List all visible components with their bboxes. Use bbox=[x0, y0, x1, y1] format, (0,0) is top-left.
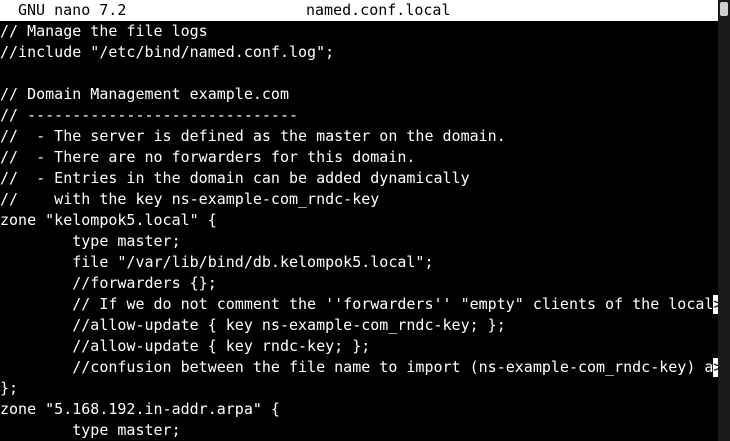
editor-line[interactable]: // - There are no forwarders for this do… bbox=[0, 147, 718, 168]
editor-line[interactable]: //allow-update { key rndc-key; }; bbox=[0, 336, 718, 357]
line-text: //allow-update { key ns-example-com_rndc… bbox=[0, 316, 506, 334]
editor-line[interactable]: // ------------------------------ bbox=[0, 105, 718, 126]
editor-line[interactable] bbox=[0, 63, 718, 84]
editor-line[interactable]: //forwarders {}; bbox=[0, 273, 718, 294]
editor-line[interactable]: // - The server is defined as the master… bbox=[0, 126, 718, 147]
editor-line[interactable]: // Manage the file logs bbox=[0, 21, 718, 42]
line-text: type master; bbox=[0, 421, 181, 439]
editor-line[interactable]: zone "5.168.192.in-addr.arpa" { bbox=[0, 399, 718, 420]
editor-line[interactable]: // If we do not comment the ''forwarders… bbox=[0, 294, 718, 315]
line-text: //forwarders {}; bbox=[0, 274, 217, 292]
line-text: //confusion between the file name to imp… bbox=[0, 358, 714, 376]
editor-line[interactable]: type master; bbox=[0, 420, 718, 441]
editor-line[interactable]: }; bbox=[0, 378, 718, 399]
line-text: zone "5.168.192.in-addr.arpa" { bbox=[0, 400, 280, 418]
line-text: // ------------------------------ bbox=[0, 106, 299, 124]
editor-line[interactable]: //include "/etc/bind/named.conf.log"; bbox=[0, 42, 718, 63]
line-text: // If we do not comment the ''forwarders… bbox=[0, 295, 714, 313]
line-text: // - Entries in the domain can be added … bbox=[0, 169, 470, 187]
line-text: //allow-update { key rndc-key; }; bbox=[0, 337, 371, 355]
title-bar: GNU nano 7.2 named.conf.local bbox=[0, 0, 718, 21]
editor-line[interactable]: zone "kelompok5.local" { bbox=[0, 210, 718, 231]
line-text: // - The server is defined as the master… bbox=[0, 127, 506, 145]
line-text: // with the key ns-example-com_rndc-key bbox=[0, 190, 380, 208]
editor-line[interactable]: //confusion between the file name to imp… bbox=[0, 357, 718, 378]
scrollbar-thumb[interactable] bbox=[720, 2, 728, 16]
vertical-scrollbar[interactable] bbox=[718, 0, 730, 441]
editor-line[interactable]: // Domain Management example.com bbox=[0, 84, 718, 105]
line-text: // Manage the file logs bbox=[0, 22, 208, 40]
line-text: file "/var/lib/bind/db.kelompok5.local"; bbox=[0, 253, 434, 271]
line-text: type master; bbox=[0, 232, 181, 250]
line-text: zone "kelompok5.local" { bbox=[0, 211, 217, 229]
editor-line[interactable]: //allow-update { key ns-example-com_rndc… bbox=[0, 315, 718, 336]
editor-line[interactable]: type master; bbox=[0, 231, 718, 252]
line-text: // - There are no forwarders for this do… bbox=[0, 148, 416, 166]
line-text: // Domain Management example.com bbox=[0, 85, 289, 103]
app-name: GNU nano 7.2 bbox=[18, 1, 127, 19]
editor-line[interactable]: // with the key ns-example-com_rndc-key bbox=[0, 189, 718, 210]
line-text: //include "/etc/bind/named.conf.log"; bbox=[0, 43, 335, 61]
line-text: }; bbox=[0, 379, 19, 397]
editor-text-area[interactable]: // Manage the file logs //include "/etc/… bbox=[0, 21, 718, 441]
editor-line[interactable]: file "/var/lib/bind/db.kelompok5.local"; bbox=[0, 252, 718, 273]
editor-line[interactable]: // - Entries in the domain can be added … bbox=[0, 168, 718, 189]
file-name: named.conf.local bbox=[306, 1, 451, 19]
